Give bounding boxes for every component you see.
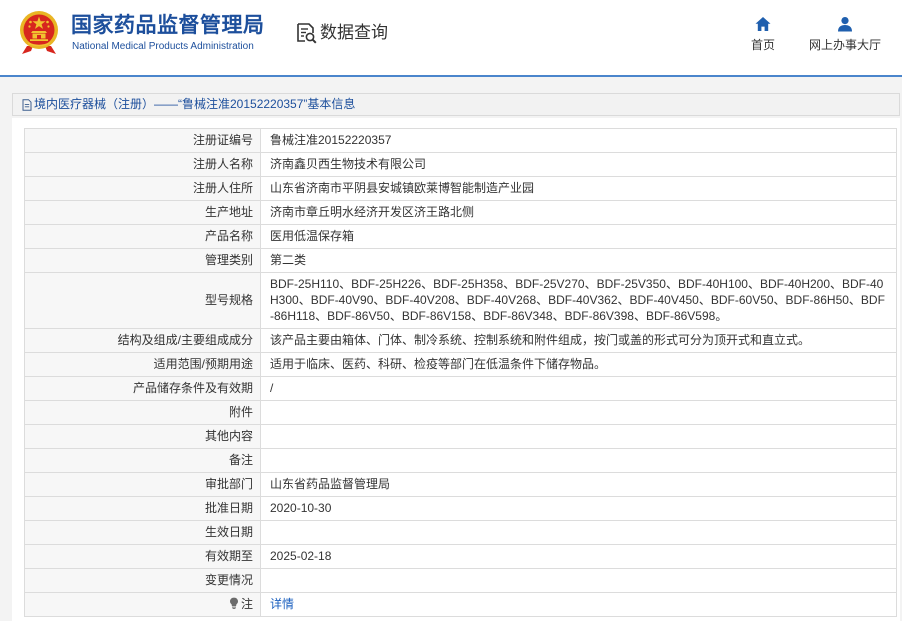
nav-online-service-hall-label: 网上办事大厅 (808, 38, 881, 52)
registrant-name-label: 注册人名称 (24, 152, 261, 177)
site-header: 国家药品监督管理局 National Medical Products Admi… (0, 0, 902, 77)
detail-panel: 注册证编号 鲁械注准20152220357 注册人名称 济南鑫贝西生物技术有限公… (12, 118, 900, 621)
site-title: 国家药品监督管理局 (71, 14, 265, 37)
home-icon (755, 17, 771, 31)
row-remarks: 备注 (24, 448, 897, 473)
registrant-name-value: 济南鑫贝西生物技术有限公司 (260, 152, 897, 177)
row-production-address: 生产地址 济南市章丘明水经济开发区济王路北侧 (24, 200, 897, 225)
product-name-value: 医用低温保存箱 (260, 224, 897, 249)
expiry-date-label: 有效期至 (24, 544, 261, 569)
nav-home-label: 首页 (750, 38, 775, 52)
structure-composition-label: 结构及组成/主要组成成分 (24, 328, 261, 353)
other-content-label: 其他内容 (24, 424, 261, 449)
nav-home[interactable]: 首页 (743, 16, 783, 53)
attachments-value (260, 400, 897, 425)
effective-date-label: 生效日期 (24, 520, 261, 545)
remarks-value (260, 448, 897, 473)
management-category-label: 管理类别 (24, 248, 261, 273)
lightbulb-icon (229, 597, 238, 609)
row-change-history: 变更情况 (24, 568, 897, 593)
note-label-cell: 注 (24, 592, 261, 617)
data-query-link[interactable]: 数据查询 (295, 21, 388, 45)
approval-date-label: 批准日期 (24, 496, 261, 521)
breadcrumb: 境内医疗器械（注册）——“鲁械注准20152220357”基本信息 (12, 93, 900, 116)
model-specification-value: BDF-25H110、BDF-25H226、BDF-25H358、BDF-25V… (260, 272, 897, 329)
national-emblem-icon (20, 11, 58, 54)
management-category-value: 第二类 (260, 248, 897, 273)
change-history-label: 变更情况 (24, 568, 261, 593)
change-history-value (260, 568, 897, 593)
registration-number-label: 注册证编号 (24, 128, 261, 153)
registrant-address-label: 注册人住所 (24, 176, 261, 201)
product-name-label: 产品名称 (24, 224, 261, 249)
breadcrumb-text: 境内医疗器械（注册）——“鲁械注准20152220357”基本信息 (34, 97, 356, 111)
row-registrant-name: 注册人名称 济南鑫贝西生物技术有限公司 (24, 152, 897, 177)
production-address-label: 生产地址 (24, 200, 261, 225)
production-address-value: 济南市章丘明水经济开发区济王路北侧 (260, 200, 897, 225)
user-icon (838, 17, 852, 32)
note-value-cell: 详情 (260, 592, 897, 617)
row-expiry-date: 有效期至 2025-02-18 (24, 544, 897, 569)
registrant-address-value: 山东省济南市平阴县安城镇欧莱博智能制造产业园 (260, 176, 897, 201)
row-structure-composition: 结构及组成/主要组成成分 该产品主要由箱体、门体、制冷系统、控制系统和附件组成，… (24, 328, 897, 353)
row-registration-number: 注册证编号 鲁械注准20152220357 (24, 128, 897, 153)
row-product-name: 产品名称 医用低温保存箱 (24, 224, 897, 249)
row-other-content: 其他内容 (24, 424, 897, 449)
row-model-specification: 型号规格 BDF-25H110、BDF-25H226、BDF-25H358、BD… (24, 272, 897, 329)
document-icon (22, 98, 32, 111)
detail-table: 注册证编号 鲁械注准20152220357 注册人名称 济南鑫贝西生物技术有限公… (24, 128, 897, 617)
row-intended-use: 适用范围/预期用途 适用于临床、医药、科研、检疫等部门在低温条件下储存物品。 (24, 352, 897, 377)
data-query-label: 数据查询 (320, 23, 388, 42)
effective-date-value (260, 520, 897, 545)
row-note: 注 详情 (24, 592, 897, 617)
row-approval-department: 审批部门 山东省药品监督管理局 (24, 472, 897, 497)
approval-department-value: 山东省药品监督管理局 (260, 472, 897, 497)
attachments-label: 附件 (24, 400, 261, 425)
row-management-category: 管理类别 第二类 (24, 248, 897, 273)
row-storage-conditions: 产品储存条件及有效期 / (24, 376, 897, 401)
intended-use-label: 适用范围/预期用途 (24, 352, 261, 377)
row-attachments: 附件 (24, 400, 897, 425)
approval-department-label: 审批部门 (24, 472, 261, 497)
nav-online-service-hall[interactable]: 网上办事大厅 (805, 16, 885, 53)
row-registrant-address: 注册人住所 山东省济南市平阴县安城镇欧莱博智能制造产业园 (24, 176, 897, 201)
storage-conditions-value: / (260, 376, 897, 401)
remarks-label: 备注 (24, 448, 261, 473)
details-link[interactable]: 详情 (270, 597, 294, 611)
document-search-icon (297, 23, 317, 44)
expiry-date-value: 2025-02-18 (260, 544, 897, 569)
structure-composition-value: 该产品主要由箱体、门体、制冷系统、控制系统和附件组成，按门或盖的形式可分为顶开式… (260, 328, 897, 353)
registration-number-value: 鲁械注准20152220357 (260, 128, 897, 153)
storage-conditions-label: 产品储存条件及有效期 (24, 376, 261, 401)
row-effective-date: 生效日期 (24, 520, 897, 545)
row-approval-date: 批准日期 2020-10-30 (24, 496, 897, 521)
approval-date-value: 2020-10-30 (260, 496, 897, 521)
model-specification-label: 型号规格 (24, 272, 261, 329)
other-content-value (260, 424, 897, 449)
note-label: 注 (240, 597, 253, 611)
intended-use-value: 适用于临床、医药、科研、检疫等部门在低温条件下储存物品。 (260, 352, 897, 377)
site-subtitle: National Medical Products Administration (72, 41, 254, 52)
